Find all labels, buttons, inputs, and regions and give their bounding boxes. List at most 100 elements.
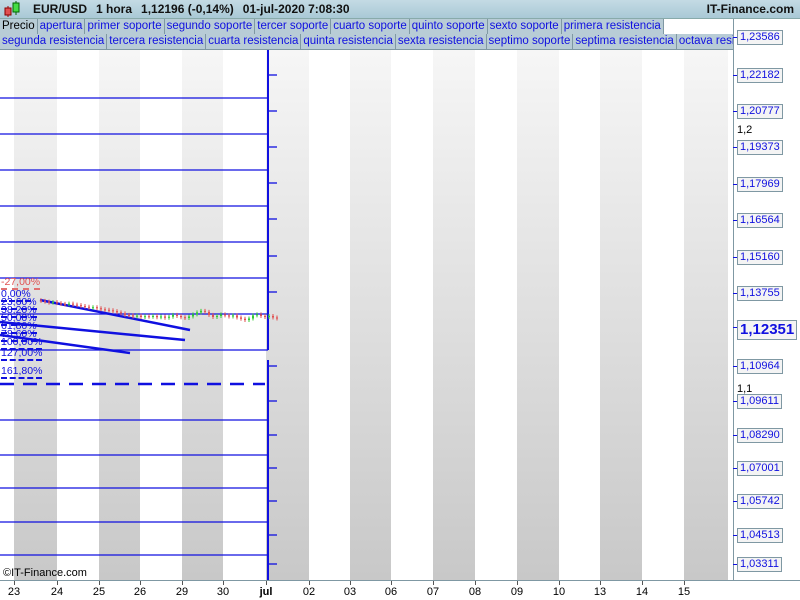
date-tick <box>182 581 183 585</box>
round-price-label: 1,2 <box>737 124 753 136</box>
fib-label: 127,00% <box>1 347 43 361</box>
price-level-label: 1,23586 <box>733 30 783 45</box>
day-band <box>517 50 559 580</box>
tab-tercera-resistencia[interactable]: tercera resistencia <box>107 34 207 50</box>
candle <box>208 311 210 315</box>
candle <box>124 313 126 315</box>
date-label: 23 <box>7 586 21 598</box>
day-band <box>433 50 475 580</box>
date-label: 14 <box>635 586 649 598</box>
tab-septima-resistencia[interactable]: septima resistencia <box>573 34 677 50</box>
price-level-label: 1,10964 <box>733 359 783 374</box>
indicator-tabs-row1: Precio apertura primer soporte segundo sopo… <box>0 19 733 35</box>
symbol: EUR/USD <box>33 2 88 16</box>
round-price-label: 1,1 <box>737 383 753 395</box>
candle <box>236 315 238 318</box>
candle <box>88 306 90 308</box>
date-label: 07 <box>426 586 440 598</box>
tab-quinta-resistencia[interactable]: quinta resistencia <box>301 34 396 50</box>
candle <box>52 302 54 304</box>
candle <box>216 315 218 317</box>
date-tick <box>433 581 434 585</box>
candle <box>176 314 178 316</box>
datetime: 01-jul-2020 7:08:30 <box>242 2 350 16</box>
candle <box>200 310 202 313</box>
candle <box>108 309 110 311</box>
date-label: 08 <box>468 586 482 598</box>
candle <box>212 314 214 317</box>
tab-septimo-soporte[interactable]: septimo soporte <box>486 34 574 50</box>
date-tick <box>99 581 100 585</box>
candle <box>244 318 246 321</box>
candle <box>224 314 226 316</box>
candle <box>192 314 194 317</box>
candle <box>240 317 242 319</box>
date-tick <box>266 581 267 585</box>
candle <box>252 315 254 319</box>
candle <box>84 305 86 307</box>
current-price-label: 1,12351 <box>732 320 798 340</box>
candle <box>136 315 138 317</box>
tab-tercer-soporte[interactable]: tercer soporte <box>255 19 332 35</box>
copyright: ©IT-Finance.com <box>3 567 87 579</box>
date-label: 06 <box>384 586 398 598</box>
price-level-label: 1,08290 <box>733 428 783 443</box>
tab-segunda-resistencia[interactable]: segunda resistencia <box>0 34 108 50</box>
date-label: 26 <box>133 586 147 598</box>
day-band <box>684 50 728 580</box>
date-tick <box>57 581 58 585</box>
candle <box>276 317 278 319</box>
price-axis[interactable]: 1,23586 1,22182 1,20777 1,19373 1,17969 1,165… <box>732 19 800 580</box>
price-chart[interactable] <box>0 0 733 580</box>
candle <box>40 300 42 302</box>
price-level-label: 1,19373 <box>733 140 783 155</box>
tab-octava-resistencia[interactable]: octava resistencia <box>676 34 733 50</box>
date-tick <box>350 581 351 585</box>
date-label: 25 <box>92 586 106 598</box>
candle <box>64 303 66 305</box>
candle <box>256 314 258 316</box>
timeframe[interactable]: 1 hora <box>96 2 132 16</box>
date-tick <box>684 581 685 585</box>
candle <box>196 312 198 315</box>
candle <box>148 316 150 318</box>
candle <box>272 315 274 318</box>
tab-sexta-resistencia[interactable]: sexta resistencia <box>395 34 487 50</box>
tab-apertura[interactable]: apertura <box>37 19 86 35</box>
tab-primer-soporte[interactable]: primer soporte <box>85 19 165 35</box>
candle <box>248 318 250 321</box>
indicator-tabs-row2: segunda resistencia tercera resistencia cu… <box>0 34 733 50</box>
date-tick <box>600 581 601 585</box>
candle <box>220 314 222 316</box>
date-tick <box>475 581 476 585</box>
candle <box>44 300 46 302</box>
candle <box>132 315 134 317</box>
candle <box>204 310 206 312</box>
price-level-label: 1,15160 <box>733 250 783 265</box>
tab-precio[interactable]: Precio <box>0 19 38 35</box>
price-level-label: 1,03311 <box>733 557 782 572</box>
date-tick <box>309 581 310 585</box>
tab-quinto-soporte[interactable]: quinto soporte <box>409 19 488 35</box>
candle <box>68 303 70 305</box>
price-level-label: 1,20777 <box>733 104 783 119</box>
candle <box>116 311 118 313</box>
price-level-label: 1,16564 <box>733 213 783 228</box>
tab-segundo-soporte[interactable]: segundo soporte <box>164 19 256 35</box>
chart-header: EUR/USD 1 hora 1,12196 (-0,14%) 01-jul-2… <box>0 0 800 19</box>
date-label: 24 <box>50 586 64 598</box>
tab-sexto-soporte[interactable]: sexto soporte <box>487 19 562 35</box>
candle <box>104 309 106 311</box>
candle <box>128 314 130 316</box>
day-band <box>350 50 391 580</box>
tab-cuarta-resistencia[interactable]: cuarta resistencia <box>206 34 302 50</box>
price-level-label: 1,09611 <box>733 394 782 409</box>
price-level-label: 1,17969 <box>733 177 783 192</box>
candle <box>184 317 186 319</box>
tab-primera-resistencia[interactable]: primera resistencia <box>561 19 664 35</box>
candle <box>120 312 122 314</box>
tab-cuarto-soporte[interactable]: cuarto soporte <box>331 19 410 35</box>
date-axis[interactable]: 23 24 25 26 29 30 jul 02 03 06 07 08 09 10 13 14 15 <box>0 580 800 600</box>
price-level-label: 1,07001 <box>733 461 783 476</box>
candle <box>188 316 190 319</box>
